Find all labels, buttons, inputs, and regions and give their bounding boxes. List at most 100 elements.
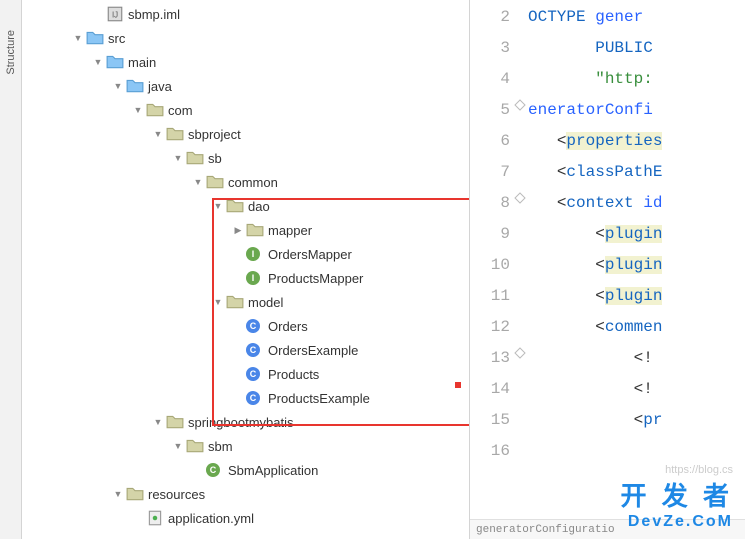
package-icon bbox=[226, 198, 244, 214]
code-line[interactable]: <! bbox=[528, 374, 745, 405]
tree-item-label: ProductsMapper bbox=[268, 271, 363, 286]
expand-arrow-icon[interactable] bbox=[170, 150, 186, 166]
expand-arrow-icon[interactable] bbox=[90, 54, 106, 70]
code-line[interactable]: PUBLIC bbox=[528, 33, 745, 64]
project-tree-panel: IJ sbmp.imlsrcmain java com sbproject sbcommo… bbox=[22, 0, 470, 539]
yml-icon bbox=[146, 510, 164, 526]
src-folder-icon bbox=[106, 54, 124, 70]
svg-text:IJ: IJ bbox=[112, 10, 118, 19]
interface-icon: I bbox=[246, 271, 260, 285]
tree-item[interactable]: dao bbox=[22, 194, 469, 218]
expand-arrow-icon[interactable] bbox=[190, 174, 206, 190]
tree-item-label: Products bbox=[268, 367, 319, 382]
tree-item[interactable]: IJ sbmp.iml bbox=[22, 2, 469, 26]
code-line[interactable]: <classPathE bbox=[528, 157, 745, 188]
tree-item[interactable]: CProducts bbox=[22, 362, 469, 386]
line-number: 13 bbox=[470, 343, 510, 374]
tree-item[interactable]: I OrdersMapper bbox=[22, 242, 469, 266]
line-number: 10 bbox=[470, 250, 510, 281]
arrow-none bbox=[130, 510, 146, 526]
expand-arrow-icon[interactable] bbox=[210, 294, 226, 310]
code-line[interactable]: <! bbox=[528, 343, 745, 374]
line-number: 5 bbox=[470, 95, 510, 126]
expand-arrow-icon[interactable] bbox=[210, 198, 226, 214]
tree-item-label: mapper bbox=[268, 223, 312, 238]
line-number: 8 bbox=[470, 188, 510, 219]
tree-item-label: sbmp.iml bbox=[128, 7, 180, 22]
arrow-none bbox=[230, 246, 246, 262]
tree-item[interactable]: sb bbox=[22, 146, 469, 170]
code-content[interactable]: OCTYPE gener PUBLIC "http:eneratorConfi … bbox=[528, 0, 745, 539]
package-icon bbox=[186, 438, 204, 454]
arrow-none bbox=[230, 270, 246, 286]
tree-item-label: model bbox=[248, 295, 283, 310]
package-icon bbox=[226, 294, 244, 310]
tree-item[interactable]: mapper bbox=[22, 218, 469, 242]
gutter-marker-icon bbox=[514, 192, 526, 204]
tree-item-label: src bbox=[108, 31, 125, 46]
code-line[interactable]: <pr bbox=[528, 405, 745, 436]
tree-item-label: resources bbox=[148, 487, 205, 502]
code-line[interactable]: "http: bbox=[528, 64, 745, 95]
expand-arrow-icon[interactable] bbox=[110, 486, 126, 502]
tree-item-label: OrdersMapper bbox=[268, 247, 352, 262]
tree-item[interactable]: springbootmybatis bbox=[22, 410, 469, 434]
code-line[interactable]: <plugin bbox=[528, 219, 745, 250]
tree-item-label: sbproject bbox=[188, 127, 241, 142]
tree-item-label: common bbox=[228, 175, 278, 190]
line-number: 7 bbox=[470, 157, 510, 188]
tree-item[interactable]: model bbox=[22, 290, 469, 314]
tree-item[interactable]: sbproject bbox=[22, 122, 469, 146]
src-folder-icon bbox=[86, 30, 104, 46]
code-line[interactable]: <plugin bbox=[528, 250, 745, 281]
line-number-gutter: 2345678910111213141516 bbox=[470, 0, 528, 539]
code-editor[interactable]: 2345678910111213141516 OCTYPE gener PUBL… bbox=[470, 0, 745, 539]
expand-arrow-icon[interactable] bbox=[150, 126, 166, 142]
code-line[interactable] bbox=[528, 436, 745, 467]
arrow-none bbox=[230, 390, 246, 406]
arrow-none bbox=[90, 6, 106, 22]
tree-item[interactable]: common bbox=[22, 170, 469, 194]
code-line[interactable]: <context id bbox=[528, 188, 745, 219]
interface-icon: I bbox=[246, 247, 260, 261]
code-line[interactable]: <plugin bbox=[528, 281, 745, 312]
tree-item[interactable]: main bbox=[22, 50, 469, 74]
tree-item[interactable]: resources bbox=[22, 482, 469, 506]
tree-item[interactable]: sbm bbox=[22, 434, 469, 458]
tree-item-label: com bbox=[168, 103, 193, 118]
expand-arrow-icon[interactable] bbox=[130, 102, 146, 118]
tree-item[interactable]: COrders bbox=[22, 314, 469, 338]
spring-class-icon: C bbox=[206, 463, 220, 477]
class-icon: C bbox=[246, 391, 260, 405]
line-number: 14 bbox=[470, 374, 510, 405]
tree-item[interactable]: CProductsExample bbox=[22, 386, 469, 410]
code-line[interactable]: OCTYPE gener bbox=[528, 2, 745, 33]
tree-item[interactable]: I ProductsMapper bbox=[22, 266, 469, 290]
line-number: 2 bbox=[470, 2, 510, 33]
tree-item[interactable]: application.yml bbox=[22, 506, 469, 530]
structure-sidebar-tab[interactable]: Structure bbox=[0, 0, 22, 539]
tree-item[interactable]: src bbox=[22, 26, 469, 50]
expand-arrow-icon[interactable] bbox=[70, 30, 86, 46]
expand-arrow-icon[interactable] bbox=[230, 222, 246, 238]
arrow-none bbox=[190, 462, 206, 478]
tree-item-label: sb bbox=[208, 151, 222, 166]
arrow-none bbox=[230, 318, 246, 334]
editor-breadcrumb[interactable]: generatorConfiguratio bbox=[470, 519, 745, 539]
code-line[interactable]: <properties bbox=[528, 126, 745, 157]
code-line[interactable]: eneratorConfi bbox=[528, 95, 745, 126]
tree-item[interactable]: com bbox=[22, 98, 469, 122]
tree-item[interactable]: CSbmApplication bbox=[22, 458, 469, 482]
iml-icon: IJ bbox=[106, 6, 124, 22]
expand-arrow-icon[interactable] bbox=[110, 78, 126, 94]
tree-item[interactable]: java bbox=[22, 74, 469, 98]
expand-arrow-icon[interactable] bbox=[170, 438, 186, 454]
expand-arrow-icon[interactable] bbox=[150, 414, 166, 430]
tree-item-label: main bbox=[128, 55, 156, 70]
tree-item[interactable]: COrdersExample bbox=[22, 338, 469, 362]
res-folder-icon bbox=[126, 486, 144, 502]
class-icon: C bbox=[246, 343, 260, 357]
line-number: 15 bbox=[470, 405, 510, 436]
code-line[interactable]: <commen bbox=[528, 312, 745, 343]
package-icon bbox=[246, 222, 264, 238]
